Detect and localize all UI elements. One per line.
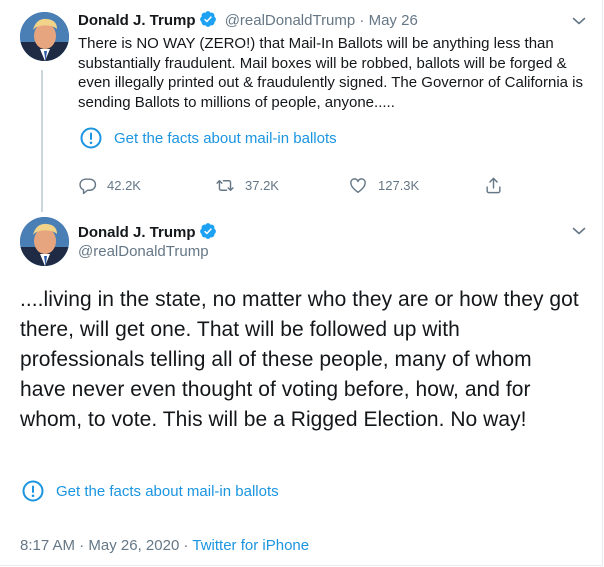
tweet-source-link[interactable]: Twitter for iPhone bbox=[192, 537, 309, 554]
fact-check-link[interactable]: Get the facts about mail-in ballots bbox=[80, 127, 337, 149]
tweet-date[interactable]: May 26 bbox=[369, 12, 418, 29]
retweet-button[interactable]: 37.2K bbox=[215, 176, 279, 195]
author-handle[interactable]: @realDonaldTrump bbox=[78, 242, 209, 262]
exclamation-circle-icon bbox=[22, 480, 44, 502]
tweet-date[interactable]: May 26, 2020 bbox=[88, 537, 179, 554]
reply-button[interactable]: 42.2K bbox=[78, 176, 141, 195]
retweet-count: 37.2K bbox=[245, 178, 279, 193]
fact-check-link[interactable]: Get the facts about mail-in ballots bbox=[22, 480, 279, 502]
share-button[interactable] bbox=[484, 176, 513, 195]
retweet-icon bbox=[216, 180, 234, 191]
chevron-down-icon[interactable] bbox=[570, 222, 588, 240]
separator: · bbox=[359, 12, 365, 29]
tweet2-metadata: 8:17 AM · May 26, 2020 · Twitter for iPh… bbox=[20, 537, 309, 554]
tweet1-text: There is NO WAY (ZERO!) that Mail-In Bal… bbox=[78, 35, 584, 111]
tweet-time[interactable]: 8:17 AM bbox=[20, 537, 75, 554]
author-name[interactable]: Donald J. Trump bbox=[78, 224, 196, 241]
author-handle[interactable]: @realDonaldTrump bbox=[225, 12, 356, 29]
tweet1-action-bar: 42.2K 37.2K 127.3K bbox=[78, 176, 518, 198]
separator: · bbox=[79, 537, 85, 554]
chevron-down-icon[interactable] bbox=[570, 12, 588, 30]
separator: · bbox=[183, 537, 189, 554]
verified-badge-icon bbox=[199, 10, 217, 34]
reply-icon bbox=[79, 178, 97, 195]
exclamation-circle-icon bbox=[80, 127, 102, 149]
fact-check-label[interactable]: Get the facts about mail-in ballots bbox=[56, 483, 279, 500]
author-avatar[interactable] bbox=[20, 12, 69, 61]
tweet2-text: ....living in the state, no matter who t… bbox=[20, 288, 579, 431]
reply-count: 42.2K bbox=[107, 178, 141, 193]
thread-connector-line bbox=[41, 70, 43, 212]
fact-check-label[interactable]: Get the facts about mail-in ballots bbox=[114, 130, 337, 147]
tweet1-header: Donald J. Trump @realDonaldTrump · May 2… bbox=[78, 10, 418, 34]
author-name[interactable]: Donald J. Trump bbox=[78, 12, 196, 29]
like-count: 127.3K bbox=[378, 178, 420, 193]
author-avatar[interactable] bbox=[20, 217, 69, 266]
like-button[interactable]: 127.3K bbox=[348, 176, 419, 195]
heart-icon bbox=[350, 178, 366, 193]
share-icon bbox=[486, 177, 501, 194]
